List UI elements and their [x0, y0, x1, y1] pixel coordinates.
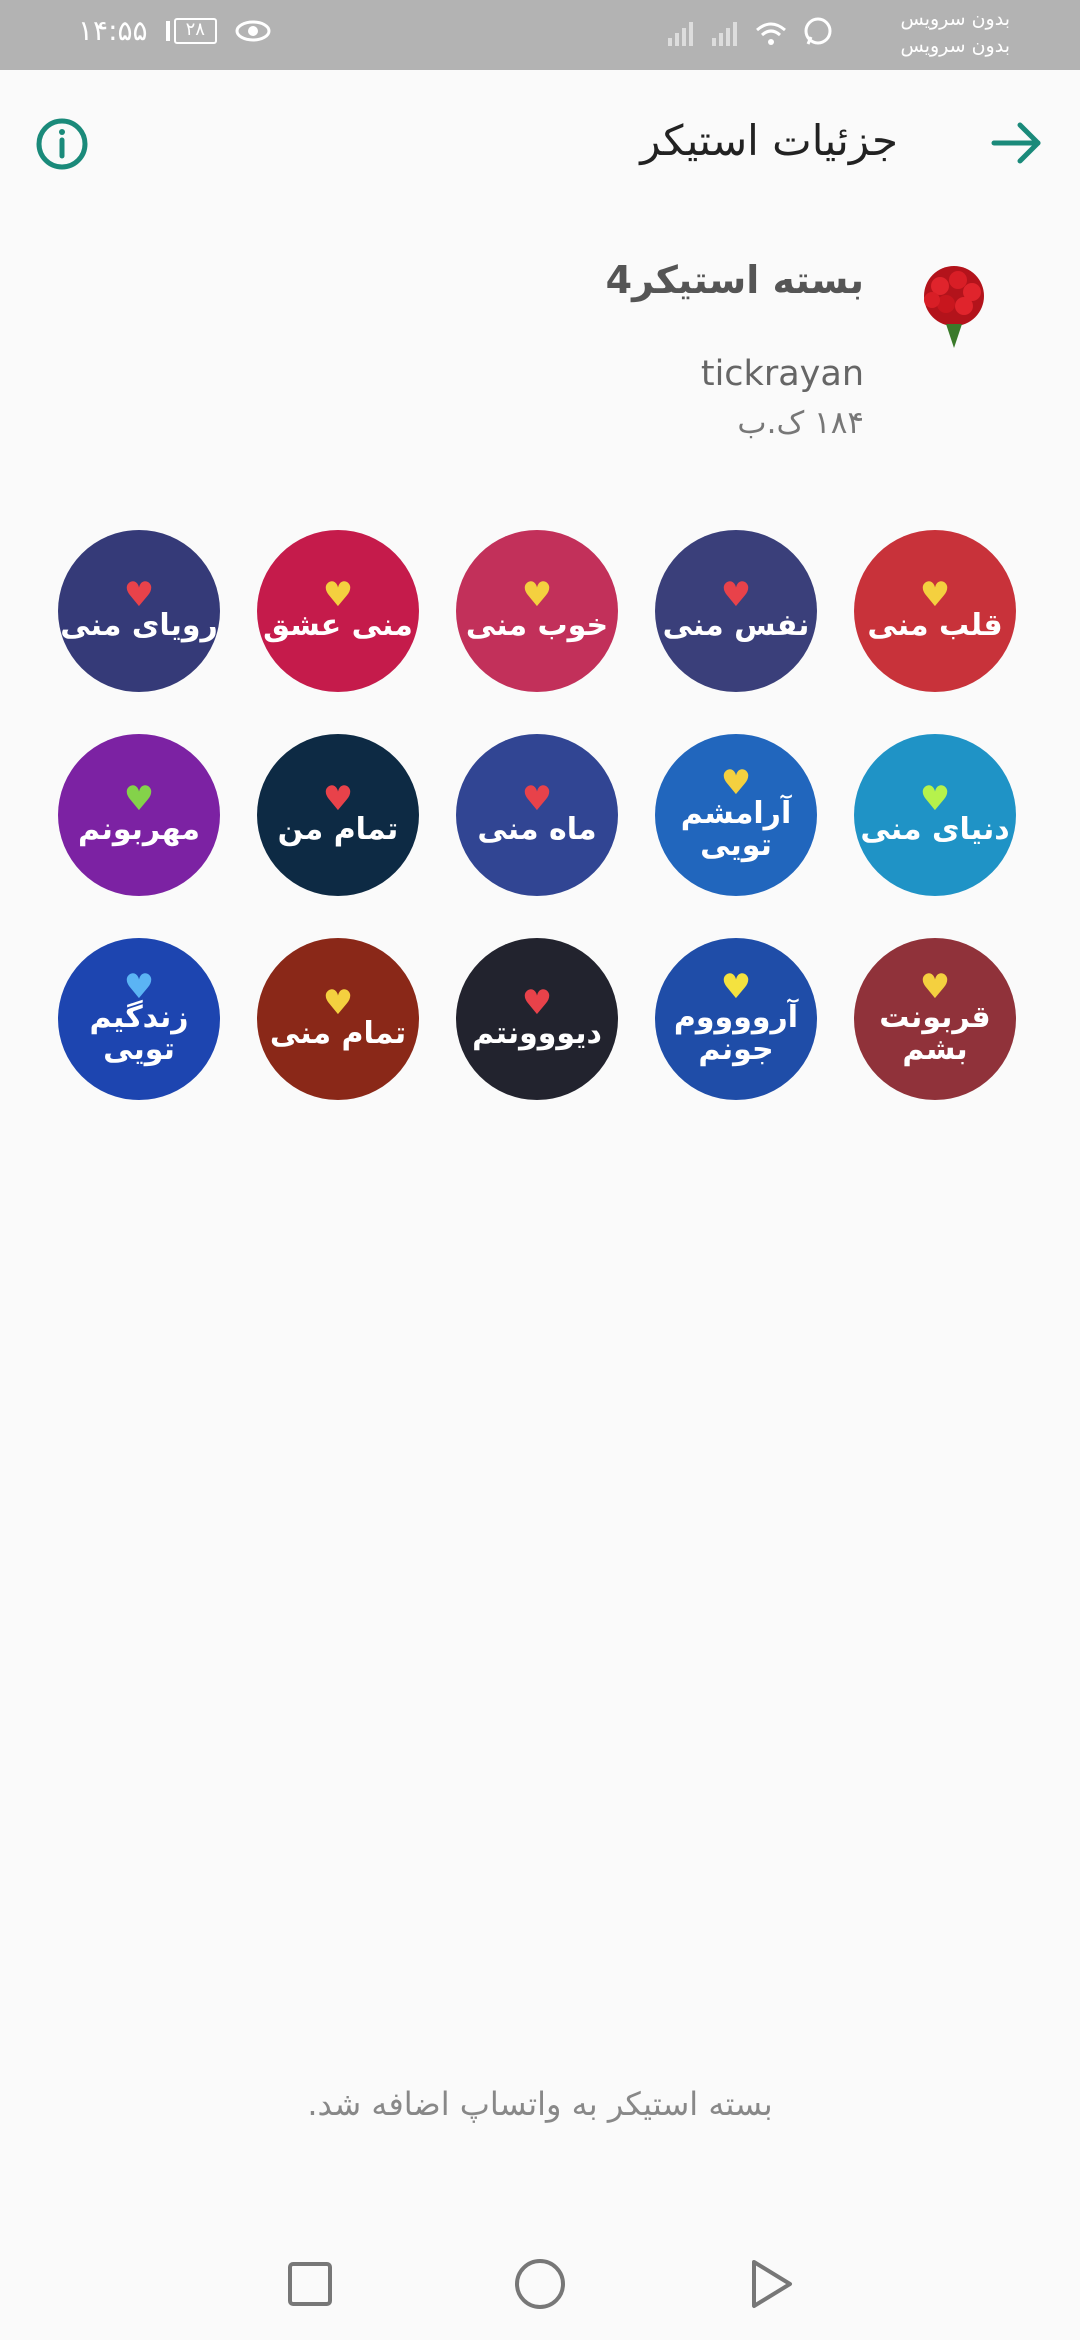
app-bar: جزئیات استیکر — [0, 70, 1080, 218]
sticker-text: آرووووم جونم — [673, 1000, 799, 1067]
sticker-item[interactable]: ♥ آرامشم تویی — [655, 734, 817, 896]
heart-icon: ♥ — [521, 575, 553, 615]
sticker-item[interactable]: ♥ خوب منی — [456, 530, 618, 692]
sticker-item[interactable]: ♥ قلب منی — [854, 530, 1016, 692]
sticker-item[interactable]: ♥ مهربونم — [58, 734, 220, 896]
home-icon[interactable] — [510, 2254, 570, 2314]
heart-icon: ♥ — [521, 983, 553, 1023]
heart-icon: ♥ — [322, 983, 354, 1023]
heart-icon: ♥ — [720, 967, 752, 1007]
battery-icon: ۲۸ — [165, 17, 217, 44]
sticker-item[interactable]: ♥ ماه منی — [456, 734, 618, 896]
heart-icon: ♥ — [123, 967, 155, 1007]
heart-icon: ♥ — [919, 967, 951, 1007]
pack-thumbnail — [924, 266, 984, 348]
status-bar: ۱۴:۵۵ ۲۸ بدون سرویس بدون سرویس — [0, 0, 1080, 70]
sticker-text: دیووونتم — [472, 1016, 602, 1051]
sticker-text: تمام منی — [269, 1016, 407, 1051]
signal-icon — [668, 22, 693, 46]
sticker-text: دنیای منی — [860, 812, 1010, 847]
status-left: ۱۴:۵۵ ۲۸ — [78, 14, 271, 47]
whatsapp-icon — [804, 17, 832, 45]
info-icon[interactable] — [30, 112, 94, 176]
status-icons — [666, 16, 834, 48]
status-time: ۱۴:۵۵ — [78, 14, 148, 47]
arrow-right-icon[interactable] — [984, 110, 1050, 176]
sticker-text: ماه منی — [477, 812, 597, 847]
sticker-text: مهربونم — [78, 812, 200, 847]
pack-author: tickrayan — [700, 354, 864, 394]
battery-level: ۲۸ — [173, 17, 217, 44]
recents-icon[interactable] — [280, 2254, 340, 2314]
pack-size: ۱۸۴ ک.ب — [737, 405, 864, 441]
sticker-text: نفس منی — [662, 608, 810, 643]
sticker-text: قلب منی — [867, 608, 1003, 643]
navigation-bar — [0, 2220, 1080, 2340]
sticker-text: تمام من — [277, 812, 399, 847]
back-triangle-icon[interactable] — [740, 2254, 800, 2314]
sticker-text: خوب منی — [465, 608, 609, 643]
signal-icon — [712, 22, 737, 46]
sticker-item[interactable]: ♥ زندگیم تویی — [58, 938, 220, 1100]
sticker-item[interactable]: ♥ رویای منی — [58, 530, 220, 692]
carrier-line-1: بدون سرویس — [900, 8, 1010, 30]
heart-icon: ♥ — [521, 779, 553, 819]
sticker-item[interactable]: ♥ دنیای منی — [854, 734, 1016, 896]
heart-icon: ♥ — [123, 779, 155, 819]
heart-icon: ♥ — [919, 779, 951, 819]
pack-name: بسته استیکر4 — [605, 258, 864, 302]
heart-icon: ♥ — [322, 779, 354, 819]
sticker-item[interactable]: ♥ نفس منی — [655, 530, 817, 692]
heart-icon: ♥ — [322, 575, 354, 615]
sticker-item[interactable]: ♥ منی عشق — [257, 530, 419, 692]
sticker-item[interactable]: ♥ قربونت بشم — [854, 938, 1016, 1100]
wifi-icon — [756, 22, 786, 45]
sticker-text: قربونت بشم — [879, 1000, 991, 1067]
sticker-item[interactable]: ♥ تمام من — [257, 734, 419, 896]
eye-icon — [235, 20, 271, 41]
sticker-text: زندگیم تویی — [89, 1000, 189, 1067]
heart-icon: ♥ — [919, 575, 951, 615]
page-title: جزئیات استیکر — [640, 116, 898, 165]
carrier-info: بدون سرویس بدون سرویس — [900, 6, 1010, 60]
carrier-line-2: بدون سرویس — [900, 35, 1010, 57]
heart-icon: ♥ — [123, 575, 155, 615]
heart-icon: ♥ — [720, 575, 752, 615]
sticker-text: آرامشم تویی — [680, 796, 792, 863]
heart-icon: ♥ — [720, 763, 752, 803]
sticker-text: منی عشق — [263, 608, 413, 643]
sticker-item[interactable]: ♥ دیووونتم — [456, 938, 618, 1100]
added-message: بسته استیکر به واتساپ اضافه شد. — [307, 2085, 773, 2123]
sticker-item[interactable]: ♥ آرووووم جونم — [655, 938, 817, 1100]
sticker-text: رویای منی — [60, 608, 218, 643]
sticker-item[interactable]: ♥ تمام منی — [257, 938, 419, 1100]
